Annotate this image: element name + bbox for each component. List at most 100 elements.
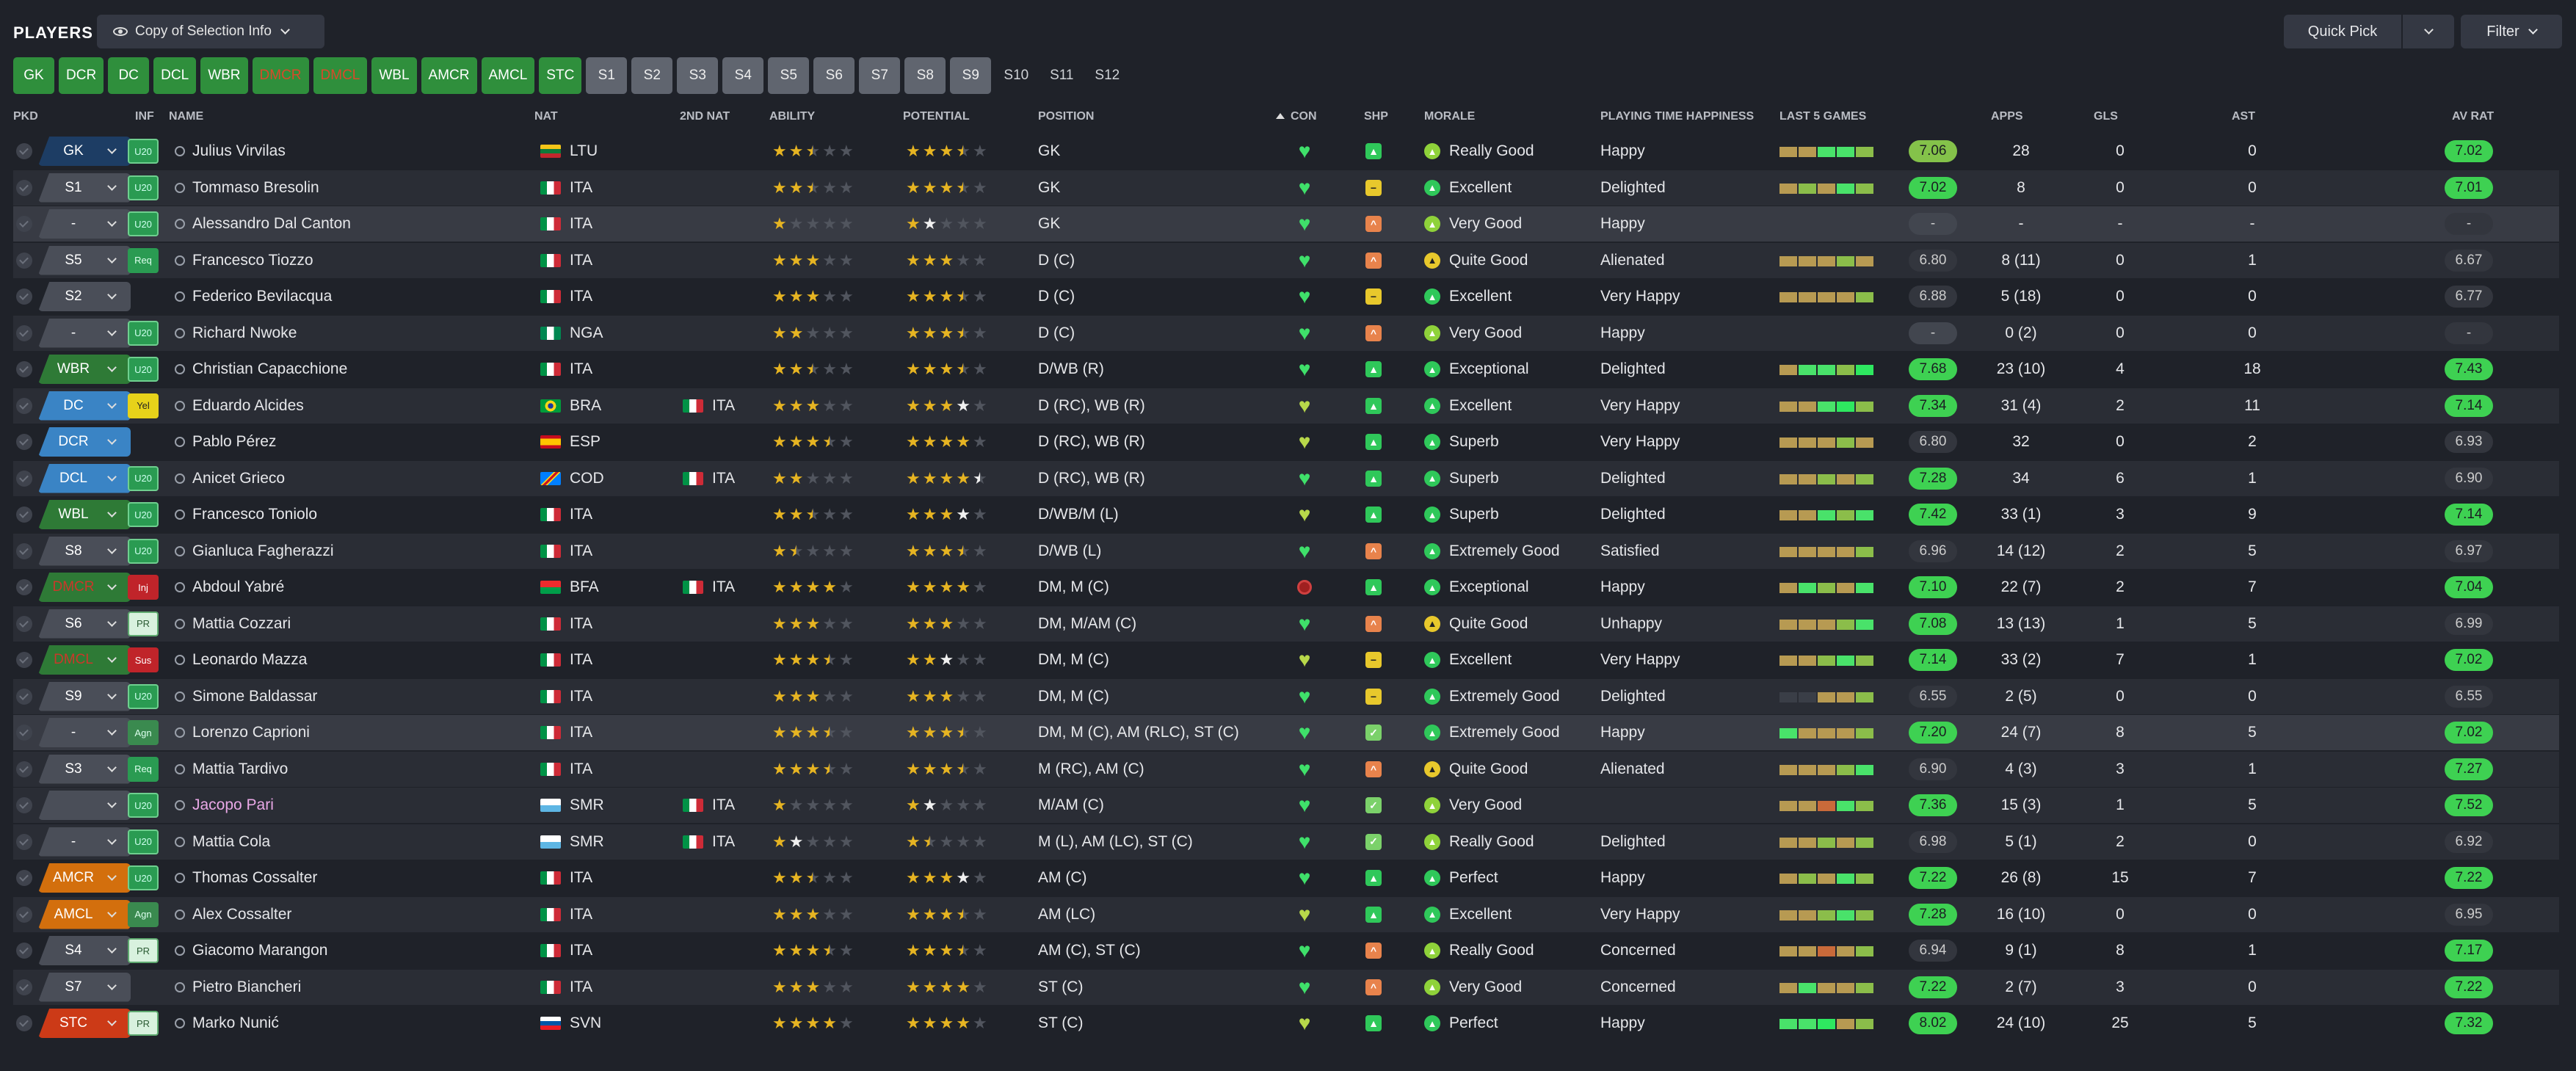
pick-checkbox[interactable] (16, 316, 32, 351)
pick-checkbox[interactable] (16, 170, 32, 206)
pick-checkbox[interactable] (16, 606, 32, 642)
col-ast[interactable]: AST (2232, 110, 2255, 123)
tactic-slot-s7[interactable]: S7 (859, 57, 901, 94)
tactic-slot-amcr[interactable]: AMCR (421, 57, 477, 94)
player-name[interactable]: Alex Cossalter (175, 897, 291, 932)
tactic-slot-s8[interactable]: S8 (904, 57, 946, 94)
col-shp[interactable]: SHP (1364, 110, 1388, 123)
tactic-slot-s6[interactable]: S6 (813, 57, 855, 94)
player-name[interactable]: Jacopo Pari (175, 788, 274, 823)
pick-checkbox[interactable] (16, 970, 32, 1005)
table-row[interactable]: S2 Federico Bevilacqua ITA ★ ★ ★ ★ ★ ★ ★ ★ ★ ★ D (C) ♥… (13, 279, 2559, 314)
pick-checkbox[interactable] (16, 134, 32, 169)
selection-dropdown[interactable]: S1 (38, 173, 131, 203)
player-name[interactable]: Marko Nunić (175, 1006, 279, 1041)
col-morale[interactable]: MORALE (1424, 110, 1475, 123)
pick-checkbox[interactable] (16, 279, 32, 314)
col-nat[interactable]: NAT (534, 110, 558, 123)
player-name[interactable]: Julius Virvilas (175, 134, 286, 169)
table-row[interactable]: - U20 Mattia Cola SMR ITA ★ ★ ★ ★ ★ ★ ★ ★ ★ ★ M (L), AM… (13, 824, 2559, 860)
selection-dropdown[interactable]: S5 (38, 245, 131, 275)
tactic-slot-gk[interactable]: GK (13, 57, 54, 94)
table-row[interactable]: STC PR Marko Nunić SVN ★ ★ ★ ★ ★ ★ ★ ★ ★ ★ ST (C) ♥ ▲ ▲ Pe… (13, 1006, 2559, 1041)
player-name[interactable]: Abdoul Yabré (175, 570, 284, 605)
table-row[interactable]: DMCR Inj Abdoul Yabré BFA ITA ★ ★ ★ ★ ★ ★ ★ ★ ★ ★ DM, M… (13, 570, 2559, 605)
table-row[interactable]: U20 Jacopo Pari SMR ITA ★ ★ ★ ★ ★ ★ ★ ★ ★ ★ M/AM (C) ♥ ✓… (13, 788, 2559, 823)
table-row[interactable]: - U20 Alessandro Dal Canton ITA ★ ★ ★ ★ ★ ★ ★ ★ ★ ★ GK… (13, 206, 2559, 242)
tactic-slot-wbl[interactable]: WBL (371, 57, 417, 94)
col-2nd-nat[interactable]: 2ND NAT (680, 110, 730, 123)
tactic-slot-s10[interactable]: S10 (995, 57, 1037, 94)
selection-dropdown[interactable]: S8 (38, 536, 131, 566)
tactic-slot-s5[interactable]: S5 (768, 57, 810, 94)
player-name[interactable]: Federico Bevilacqua (175, 279, 332, 314)
col-apps[interactable]: APPS (1991, 110, 2023, 123)
pick-checkbox[interactable] (16, 752, 32, 787)
player-name[interactable]: Lorenzo Caprioni (175, 715, 310, 750)
player-name[interactable]: Thomas Cossalter (175, 860, 317, 896)
player-name[interactable]: Mattia Cozzari (175, 606, 291, 642)
col-ability[interactable]: ABILITY (769, 110, 815, 123)
pick-checkbox[interactable] (16, 206, 32, 242)
tactic-slot-amcl[interactable]: AMCL (481, 57, 535, 94)
player-name[interactable]: Simone Baldassar (175, 679, 317, 714)
selection-dropdown[interactable]: AMCR (38, 863, 131, 893)
table-row[interactable]: - Agn Lorenzo Caprioni ITA ★ ★ ★ ★ ★ ★ ★ ★ ★ ★ DM, M (… (13, 715, 2559, 750)
col-pkd[interactable]: PKD (13, 110, 38, 123)
player-name[interactable]: Francesco Toniolo (175, 497, 317, 532)
tactic-slot-dc[interactable]: DC (108, 57, 150, 94)
player-name[interactable]: Giacomo Marangon (175, 933, 327, 968)
player-name[interactable]: Richard Nwoke (175, 316, 297, 351)
tactic-slot-s9[interactable]: S9 (950, 57, 992, 94)
table-row[interactable]: S6 PR Mattia Cozzari ITA ★ ★ ★ ★ ★ ★ ★ ★ ★ ★ DM, M/AM … (13, 606, 2559, 642)
table-row[interactable]: AMCR U20 Thomas Cossalter ITA ★ ★ ★ ★ ★ ★ ★ ★ ★ ★ AM (… (13, 860, 2559, 896)
tactic-slot-s2[interactable]: S2 (631, 57, 673, 94)
pick-checkbox[interactable] (16, 424, 32, 460)
table-row[interactable]: S9 U20 Simone Baldassar ITA ★ ★ ★ ★ ★ ★ ★ ★ ★ ★ DM, M … (13, 678, 2559, 714)
quick-pick-button[interactable]: Quick Pick (2284, 15, 2401, 48)
tactic-slot-s12[interactable]: S12 (1086, 57, 1128, 94)
col-con[interactable]: CON (1276, 110, 1317, 123)
player-name[interactable]: Eduardo Alcides (175, 388, 304, 424)
tactic-slot-dcr[interactable]: DCR (59, 57, 104, 94)
table-row[interactable]: DC Yel Eduardo Alcides BRA ITA ★ ★ ★ ★ ★ ★ ★ ★ ★ ★ D (R… (13, 388, 2559, 424)
pick-checkbox[interactable] (16, 352, 32, 387)
col-last5[interactable]: LAST 5 GAMES (1779, 110, 1866, 123)
selection-dropdown[interactable]: S9 (38, 681, 131, 711)
player-name[interactable]: Anicet Griеco (175, 461, 285, 496)
tactic-slot-stc[interactable]: STC (539, 57, 582, 94)
table-row[interactable]: DMCL Sus Leonardo Mazza ITA ★ ★ ★ ★ ★ ★ ★ ★ ★ ★ DM, M … (13, 642, 2559, 678)
tactic-slot-dcl[interactable]: DCL (153, 57, 197, 94)
col-pth[interactable]: PLAYING TIME HAPPINESS (1600, 110, 1754, 123)
tactic-slot-s3[interactable]: S3 (677, 57, 719, 94)
player-name[interactable]: Pietro Biancheri (175, 970, 301, 1005)
pick-checkbox[interactable] (16, 679, 32, 714)
pick-checkbox[interactable] (16, 897, 32, 932)
pick-checkbox[interactable] (16, 570, 32, 605)
player-name[interactable]: Christian Capacchione (175, 352, 347, 387)
col-inf[interactable]: INF (135, 110, 154, 123)
col-avrat[interactable]: AV RAT (2452, 110, 2494, 123)
table-row[interactable]: S4 PR Giacomo Marangon ITA ★ ★ ★ ★ ★ ★ ★ ★ ★ ★ AM (C),… (13, 933, 2559, 968)
table-row[interactable]: WBL U20 Francesco Toniolo ITA ★ ★ ★ ★ ★ ★ ★ ★ ★ ★ D/WB… (13, 497, 2559, 532)
selection-dropdown[interactable]: DMCL (38, 645, 131, 675)
selection-dropdown[interactable]: AMCL (38, 899, 131, 929)
filter-button[interactable]: Filter (2461, 15, 2562, 48)
selection-dropdown[interactable]: S4 (38, 936, 131, 965)
pick-checkbox[interactable] (16, 824, 32, 860)
tactic-slot-s4[interactable]: S4 (722, 57, 764, 94)
table-row[interactable]: S7 Pietro Biancheri ITA ★ ★ ★ ★ ★ ★ ★ ★ ★ ★ ST (C) ♥ ^ ▲… (13, 969, 2559, 1005)
tactic-slot-dmcl[interactable]: DMCL (313, 57, 368, 94)
pick-checkbox[interactable] (16, 497, 32, 532)
pick-checkbox[interactable] (16, 860, 32, 896)
selection-dropdown[interactable]: - (38, 718, 131, 747)
tactic-slot-dmcr[interactable]: DMCR (252, 57, 309, 94)
player-name[interactable]: Gianluca Fagherazzi (175, 534, 334, 569)
pick-checkbox[interactable] (16, 788, 32, 823)
table-row[interactable]: S1 U20 Tommaso Bresolin ITA ★ ★ ★ ★ ★ ★ ★ ★ ★ ★ GK ♥ − ▲ E… (13, 170, 2559, 206)
selection-dropdown[interactable]: WBR (38, 355, 131, 384)
selection-dropdown[interactable]: GK (38, 137, 131, 166)
pick-checkbox[interactable] (16, 1006, 32, 1041)
table-row[interactable]: S8 U20 Gianluca Fagherazzi ITA ★ ★ ★ ★ ★ ★ ★ ★ ★ ★ D/W… (13, 533, 2559, 569)
selection-dropdown[interactable]: DCR (38, 427, 131, 457)
